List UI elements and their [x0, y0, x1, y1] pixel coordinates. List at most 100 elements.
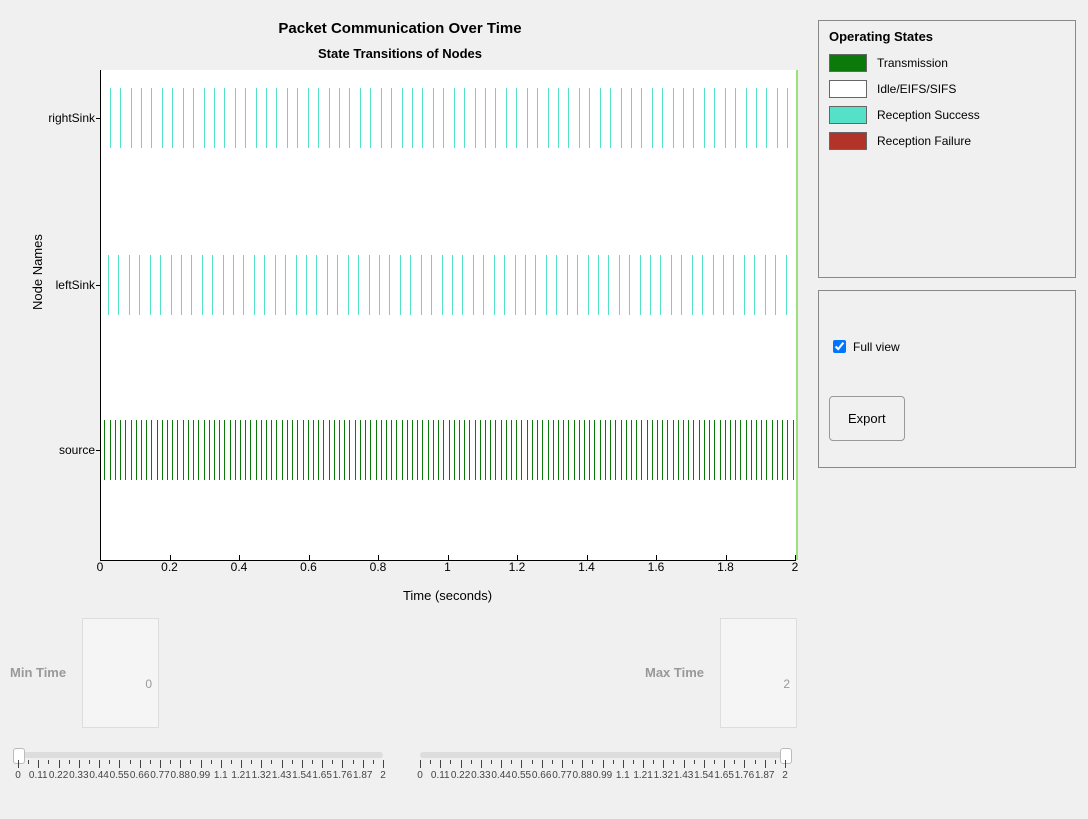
slider-tick	[18, 760, 19, 768]
event-line	[271, 420, 272, 480]
event-line	[139, 255, 140, 315]
slider-tick-label: 0.11	[29, 770, 48, 781]
event-line	[650, 255, 651, 315]
event-line	[433, 88, 434, 148]
slider-tick	[562, 760, 563, 768]
min-time-input[interactable]: 0	[82, 618, 159, 728]
slider-minor-tick	[150, 760, 151, 764]
export-button[interactable]: Export	[829, 396, 905, 441]
event-line	[693, 420, 694, 480]
event-line	[548, 88, 549, 148]
event-line	[568, 420, 569, 480]
event-line	[714, 420, 715, 480]
slider-tick-label: 0	[15, 770, 21, 781]
event-line	[412, 88, 413, 148]
slider-tick	[99, 760, 100, 768]
event-line	[118, 255, 119, 315]
slider-minor-tick	[653, 760, 654, 764]
event-line	[141, 88, 142, 148]
slider-tick-label: 0.88	[572, 770, 591, 781]
slider-minor-tick	[755, 760, 756, 764]
event-line	[110, 88, 111, 148]
event-line	[235, 88, 236, 148]
event-line	[376, 420, 377, 480]
event-line	[407, 420, 408, 480]
event-line	[660, 255, 661, 315]
event-line	[318, 88, 319, 148]
slider-tick-label: 0.44	[89, 770, 108, 781]
event-line	[212, 255, 213, 315]
event-line	[381, 88, 382, 148]
node-row-leftSink	[101, 255, 796, 315]
slider-tick-label: 1.1	[616, 770, 630, 781]
max-time-input[interactable]: 2	[720, 618, 797, 728]
event-line	[688, 420, 689, 480]
event-line	[412, 420, 413, 480]
slider-tick	[461, 760, 462, 768]
event-line	[641, 88, 642, 148]
slider-tick	[180, 760, 181, 768]
max-time-slider[interactable]: 00.110.220.330.440.550.660.770.880.991.1…	[410, 752, 795, 802]
slider-track	[420, 752, 785, 758]
event-line	[641, 420, 642, 480]
event-line	[598, 255, 599, 315]
event-line	[256, 420, 257, 480]
event-line	[191, 255, 192, 315]
event-line	[329, 88, 330, 148]
slider-tick	[119, 760, 120, 768]
event-line	[615, 420, 616, 480]
event-line	[177, 420, 178, 480]
min-time-label: Min Time	[10, 665, 66, 680]
fullview-checkbox[interactable]	[833, 340, 846, 353]
slider-minor-tick	[592, 760, 593, 764]
event-line	[521, 420, 522, 480]
legend-label: Reception Success	[877, 108, 980, 122]
fullview-checkbox-row[interactable]: Full view	[829, 337, 1065, 356]
slider-tick	[785, 760, 786, 768]
min-time-slider[interactable]: 00.110.220.330.440.550.660.770.880.991.1…	[8, 752, 393, 802]
slider-minor-tick	[292, 760, 293, 764]
min-time-value: 0	[145, 677, 152, 691]
slider-minor-tick	[312, 760, 313, 764]
event-line	[494, 255, 495, 315]
event-line	[485, 420, 486, 480]
event-line	[254, 255, 255, 315]
event-line	[188, 420, 189, 480]
event-line	[459, 420, 460, 480]
event-line	[171, 255, 172, 315]
controls-panel: Full view Export	[818, 290, 1076, 468]
event-line	[511, 420, 512, 480]
event-line	[683, 88, 684, 148]
event-line	[316, 255, 317, 315]
slider-tick	[704, 760, 705, 768]
slider-minor-tick	[532, 760, 533, 764]
slider-tick-label: 0.11	[431, 770, 450, 781]
event-line	[379, 255, 380, 315]
event-line	[720, 420, 721, 480]
slider-tick-label: 1.65	[714, 770, 733, 781]
event-line	[167, 420, 168, 480]
event-line	[264, 255, 265, 315]
slider-tick-label: 1.43	[674, 770, 693, 781]
slider-minor-tick	[714, 760, 715, 764]
event-line	[786, 255, 787, 315]
event-line	[506, 420, 507, 480]
slider-minor-tick	[271, 760, 272, 764]
event-line	[761, 420, 762, 480]
event-line	[318, 420, 319, 480]
event-line	[725, 420, 726, 480]
slider-tick	[302, 760, 303, 768]
event-line	[516, 420, 517, 480]
event-line	[709, 420, 710, 480]
event-line	[443, 88, 444, 148]
event-line	[245, 420, 246, 480]
event-line	[546, 255, 547, 315]
event-line	[558, 420, 559, 480]
slider-minor-tick	[552, 760, 553, 764]
slider-minor-tick	[673, 760, 674, 764]
event-line	[787, 420, 788, 480]
slider-tick	[744, 760, 745, 768]
event-line	[594, 420, 595, 480]
event-line	[600, 88, 601, 148]
event-line	[410, 255, 411, 315]
